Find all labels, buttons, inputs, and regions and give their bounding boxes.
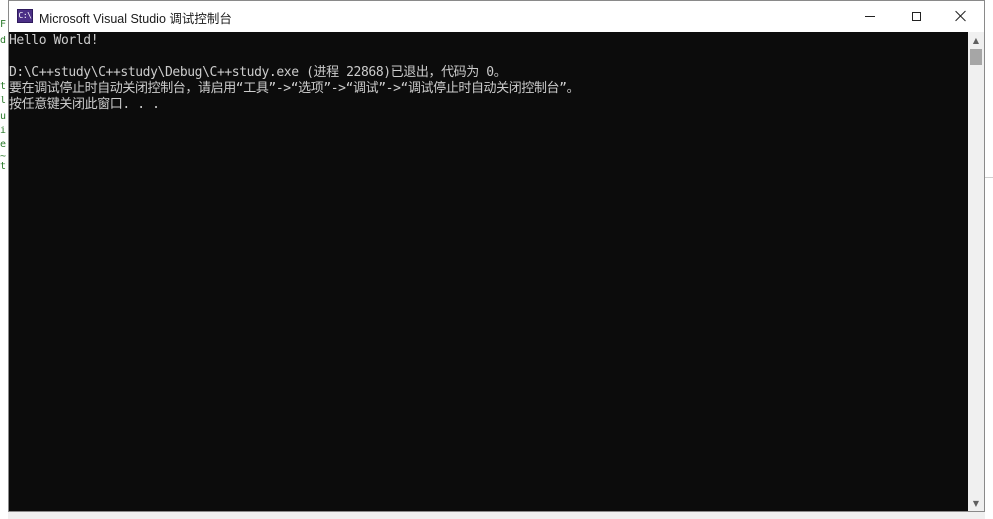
background-text-fragment: u — [0, 112, 7, 122]
scroll-up-arrow-icon[interactable]: ▲ — [968, 32, 984, 48]
background-text-fragment: i — [0, 126, 7, 136]
background-text-fragment: d — [0, 36, 7, 46]
minimize-button[interactable] — [847, 1, 893, 31]
minimize-icon — [865, 15, 875, 17]
background-text-fragment: e — [0, 140, 7, 150]
close-button[interactable] — [938, 1, 984, 31]
title-bar[interactable]: C:\ Microsoft Visual Studio 调试控制台 — [9, 1, 984, 32]
background-text-fragment: t — [0, 162, 7, 172]
background-app-strip: F d t l u i e ~ t — [0, 0, 8, 519]
console-output[interactable]: Hello World! D:\C++study\C++study\Debug\… — [9, 32, 968, 511]
background-text-fragment: ~ — [0, 152, 7, 162]
console-window: C:\ Microsoft Visual Studio 调试控制台 Hello … — [8, 0, 985, 512]
background-app-right-edge — [985, 0, 993, 519]
background-text-fragment: F — [0, 20, 7, 30]
background-text-fragment: l — [0, 96, 7, 106]
maximize-button[interactable] — [893, 1, 939, 31]
console-line: Hello World! — [9, 33, 99, 48]
console-line: 按任意键关闭此窗口. . . — [9, 97, 160, 112]
vertical-scrollbar[interactable]: ▲ ▼ — [968, 32, 984, 511]
window-title: Microsoft Visual Studio 调试控制台 — [39, 12, 232, 26]
scroll-thumb[interactable] — [970, 49, 982, 65]
scroll-down-arrow-icon[interactable]: ▼ — [968, 495, 984, 511]
background-text-fragment: t — [0, 82, 7, 92]
console-app-icon[interactable]: C:\ — [17, 9, 33, 23]
close-icon — [955, 10, 967, 22]
console-line: 要在调试停止时自动关闭控制台，请启用“工具”->“选项”->“调试”->“调试停… — [9, 81, 580, 96]
maximize-icon — [911, 11, 921, 21]
background-divider — [985, 177, 993, 178]
console-line: D:\C++study\C++study\Debug\C++study.exe … — [9, 65, 507, 80]
